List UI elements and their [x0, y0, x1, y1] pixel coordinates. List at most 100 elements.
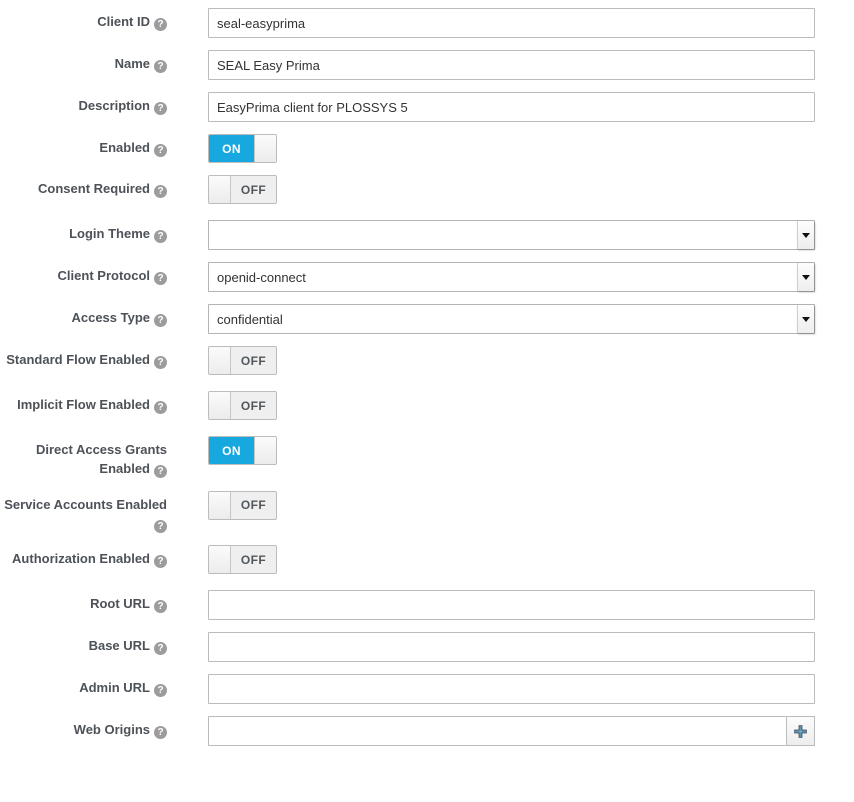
label-client_id: Client ID? [0, 8, 167, 32]
form-row-standard_flow_enabled: Standard Flow Enabled? OFF [0, 346, 854, 379]
form-row-authorization_enabled: Authorization Enabled? OFF [0, 545, 854, 578]
help-icon-consent_required[interactable]: ? [154, 185, 167, 198]
label-text-client_protocol: Client Protocol [57, 268, 150, 283]
toggle-knob-standard_flow_enabled [209, 347, 231, 374]
toggle-knob-service_accounts_enabled [209, 491, 231, 519]
field-base_url [167, 632, 854, 663]
form-row-login_theme: Login Theme? [0, 220, 854, 250]
help-icon-description[interactable]: ? [154, 102, 167, 115]
select-access_type[interactable]: confidentialpublicbearer-only [208, 304, 815, 334]
label-text-enabled: Enabled [99, 140, 150, 155]
form-row-implicit_flow_enabled: Implicit Flow Enabled? OFF [0, 391, 854, 424]
toggle-direct_access_grants_enabled[interactable]: ON [208, 436, 277, 465]
form-row-access_type: Access Type? confidentialpublicbearer-onl… [0, 304, 854, 334]
label-text-name: Name [114, 56, 150, 71]
form-row-enabled: Enabled? ON [0, 134, 854, 163]
label-text-client_id: Client ID [97, 14, 150, 29]
help-icon-name[interactable]: ? [154, 60, 167, 73]
form-row-service_accounts_enabled: Service Accounts Enabled? OFF [0, 490, 854, 534]
field-client_id [167, 8, 854, 38]
help-icon-access_type[interactable]: ? [154, 314, 167, 327]
label-text-web_origins: Web Origins [73, 722, 150, 738]
form-row-client_protocol: Client Protocol? openid-connectsaml [0, 262, 854, 292]
toggle-label-consent_required: OFF [231, 176, 276, 203]
toggle-enabled[interactable]: ON [208, 134, 277, 163]
toggle-label-service_accounts_enabled: OFF [231, 491, 276, 519]
form-row-consent_required: Consent Required? OFF [0, 175, 854, 208]
label-text-consent_required: Consent Required [38, 181, 150, 196]
form-row-admin_url: Admin URL? [0, 674, 854, 705]
label-text-authorization_enabled: Authorization Enabled [12, 551, 150, 567]
toggle-consent_required[interactable]: OFF [208, 175, 277, 204]
select-wrap-client_protocol: openid-connectsaml [208, 262, 815, 292]
input-name[interactable] [208, 50, 815, 80]
help-icon-client_protocol[interactable]: ? [154, 272, 167, 285]
help-icon-enabled[interactable]: ? [154, 144, 167, 157]
label-enabled: Enabled? [0, 134, 167, 158]
label-direct_access_grants_enabled: Direct Access Grants Enabled? [0, 436, 167, 479]
input-description[interactable] [208, 92, 815, 122]
help-icon-admin_url[interactable]: ? [154, 684, 167, 698]
field-consent_required: OFF [167, 175, 854, 208]
field-enabled: ON [167, 134, 854, 163]
label-text-login_theme: Login Theme [69, 226, 150, 241]
label-authorization_enabled: Authorization Enabled? [0, 545, 167, 569]
help-icon-root_url[interactable]: ? [154, 600, 167, 614]
help-icon-direct_access_grants_enabled[interactable]: ? [154, 464, 167, 478]
label-name: Name? [0, 50, 167, 74]
field-description [167, 92, 854, 122]
input-root_url[interactable] [208, 590, 815, 621]
select-client_protocol[interactable]: openid-connectsaml [208, 262, 815, 292]
label-text-service_accounts_enabled: Service Accounts Enabled [4, 496, 167, 512]
label-consent_required: Consent Required? [0, 175, 167, 199]
label-access_type: Access Type? [0, 304, 167, 328]
field-authorization_enabled: OFF [167, 545, 854, 578]
input-client_id[interactable] [208, 8, 815, 38]
help-icon-client_id[interactable]: ? [154, 18, 167, 31]
help-icon-authorization_enabled[interactable]: ? [154, 555, 167, 569]
input-base_url[interactable] [208, 632, 815, 663]
plus-icon [794, 725, 807, 738]
field-access_type: confidentialpublicbearer-only [167, 304, 854, 334]
form-row-description: Description? [0, 92, 854, 122]
help-icon-standard_flow_enabled[interactable]: ? [154, 356, 167, 369]
label-description: Description? [0, 92, 167, 116]
toggle-knob-enabled [254, 135, 276, 162]
help-icon-login_theme[interactable]: ? [154, 230, 167, 243]
toggle-standard_flow_enabled[interactable]: OFF [208, 346, 277, 375]
label-base_url: Base URL? [0, 632, 167, 656]
label-web_origins: Web Origins? [0, 716, 167, 740]
label-text-root_url: Root URL [90, 596, 150, 612]
toggle-label-authorization_enabled: OFF [231, 546, 276, 574]
add-web_origins-button[interactable] [786, 716, 815, 747]
input-web_origins[interactable] [208, 716, 786, 747]
help-icon-web_origins[interactable]: ? [154, 726, 167, 740]
label-text-standard_flow_enabled: Standard Flow Enabled [6, 352, 150, 367]
label-client_protocol: Client Protocol? [0, 262, 167, 286]
input-admin_url[interactable] [208, 674, 815, 705]
label-service_accounts_enabled: Service Accounts Enabled? [0, 491, 167, 534]
toggle-label-implicit_flow_enabled: OFF [231, 392, 276, 419]
select-wrap-login_theme [208, 220, 815, 250]
help-icon-base_url[interactable]: ? [154, 642, 167, 656]
client-settings-form: Client ID?Name?Description?Enabled?ONCon… [0, 0, 854, 747]
label-text-implicit_flow_enabled: Implicit Flow Enabled [17, 397, 150, 412]
field-name [167, 50, 854, 80]
form-row-client_id: Client ID? [0, 8, 854, 38]
toggle-label-enabled: ON [209, 135, 254, 162]
toggle-service_accounts_enabled[interactable]: OFF [208, 490, 277, 520]
help-icon-implicit_flow_enabled[interactable]: ? [154, 401, 167, 414]
field-implicit_flow_enabled: OFF [167, 391, 854, 424]
help-icon-service_accounts_enabled[interactable]: ? [154, 519, 167, 533]
select-wrap-access_type: confidentialpublicbearer-only [208, 304, 815, 334]
toggle-authorization_enabled[interactable]: OFF [208, 545, 277, 575]
toggle-implicit_flow_enabled[interactable]: OFF [208, 391, 277, 420]
form-row-name: Name? [0, 50, 854, 80]
toggle-label-standard_flow_enabled: OFF [231, 347, 276, 374]
field-service_accounts_enabled: OFF [167, 490, 854, 524]
label-text-description: Description [78, 98, 150, 113]
label-admin_url: Admin URL? [0, 674, 167, 698]
label-root_url: Root URL? [0, 590, 167, 614]
select-login_theme[interactable] [208, 220, 815, 250]
toggle-knob-consent_required [209, 176, 231, 203]
